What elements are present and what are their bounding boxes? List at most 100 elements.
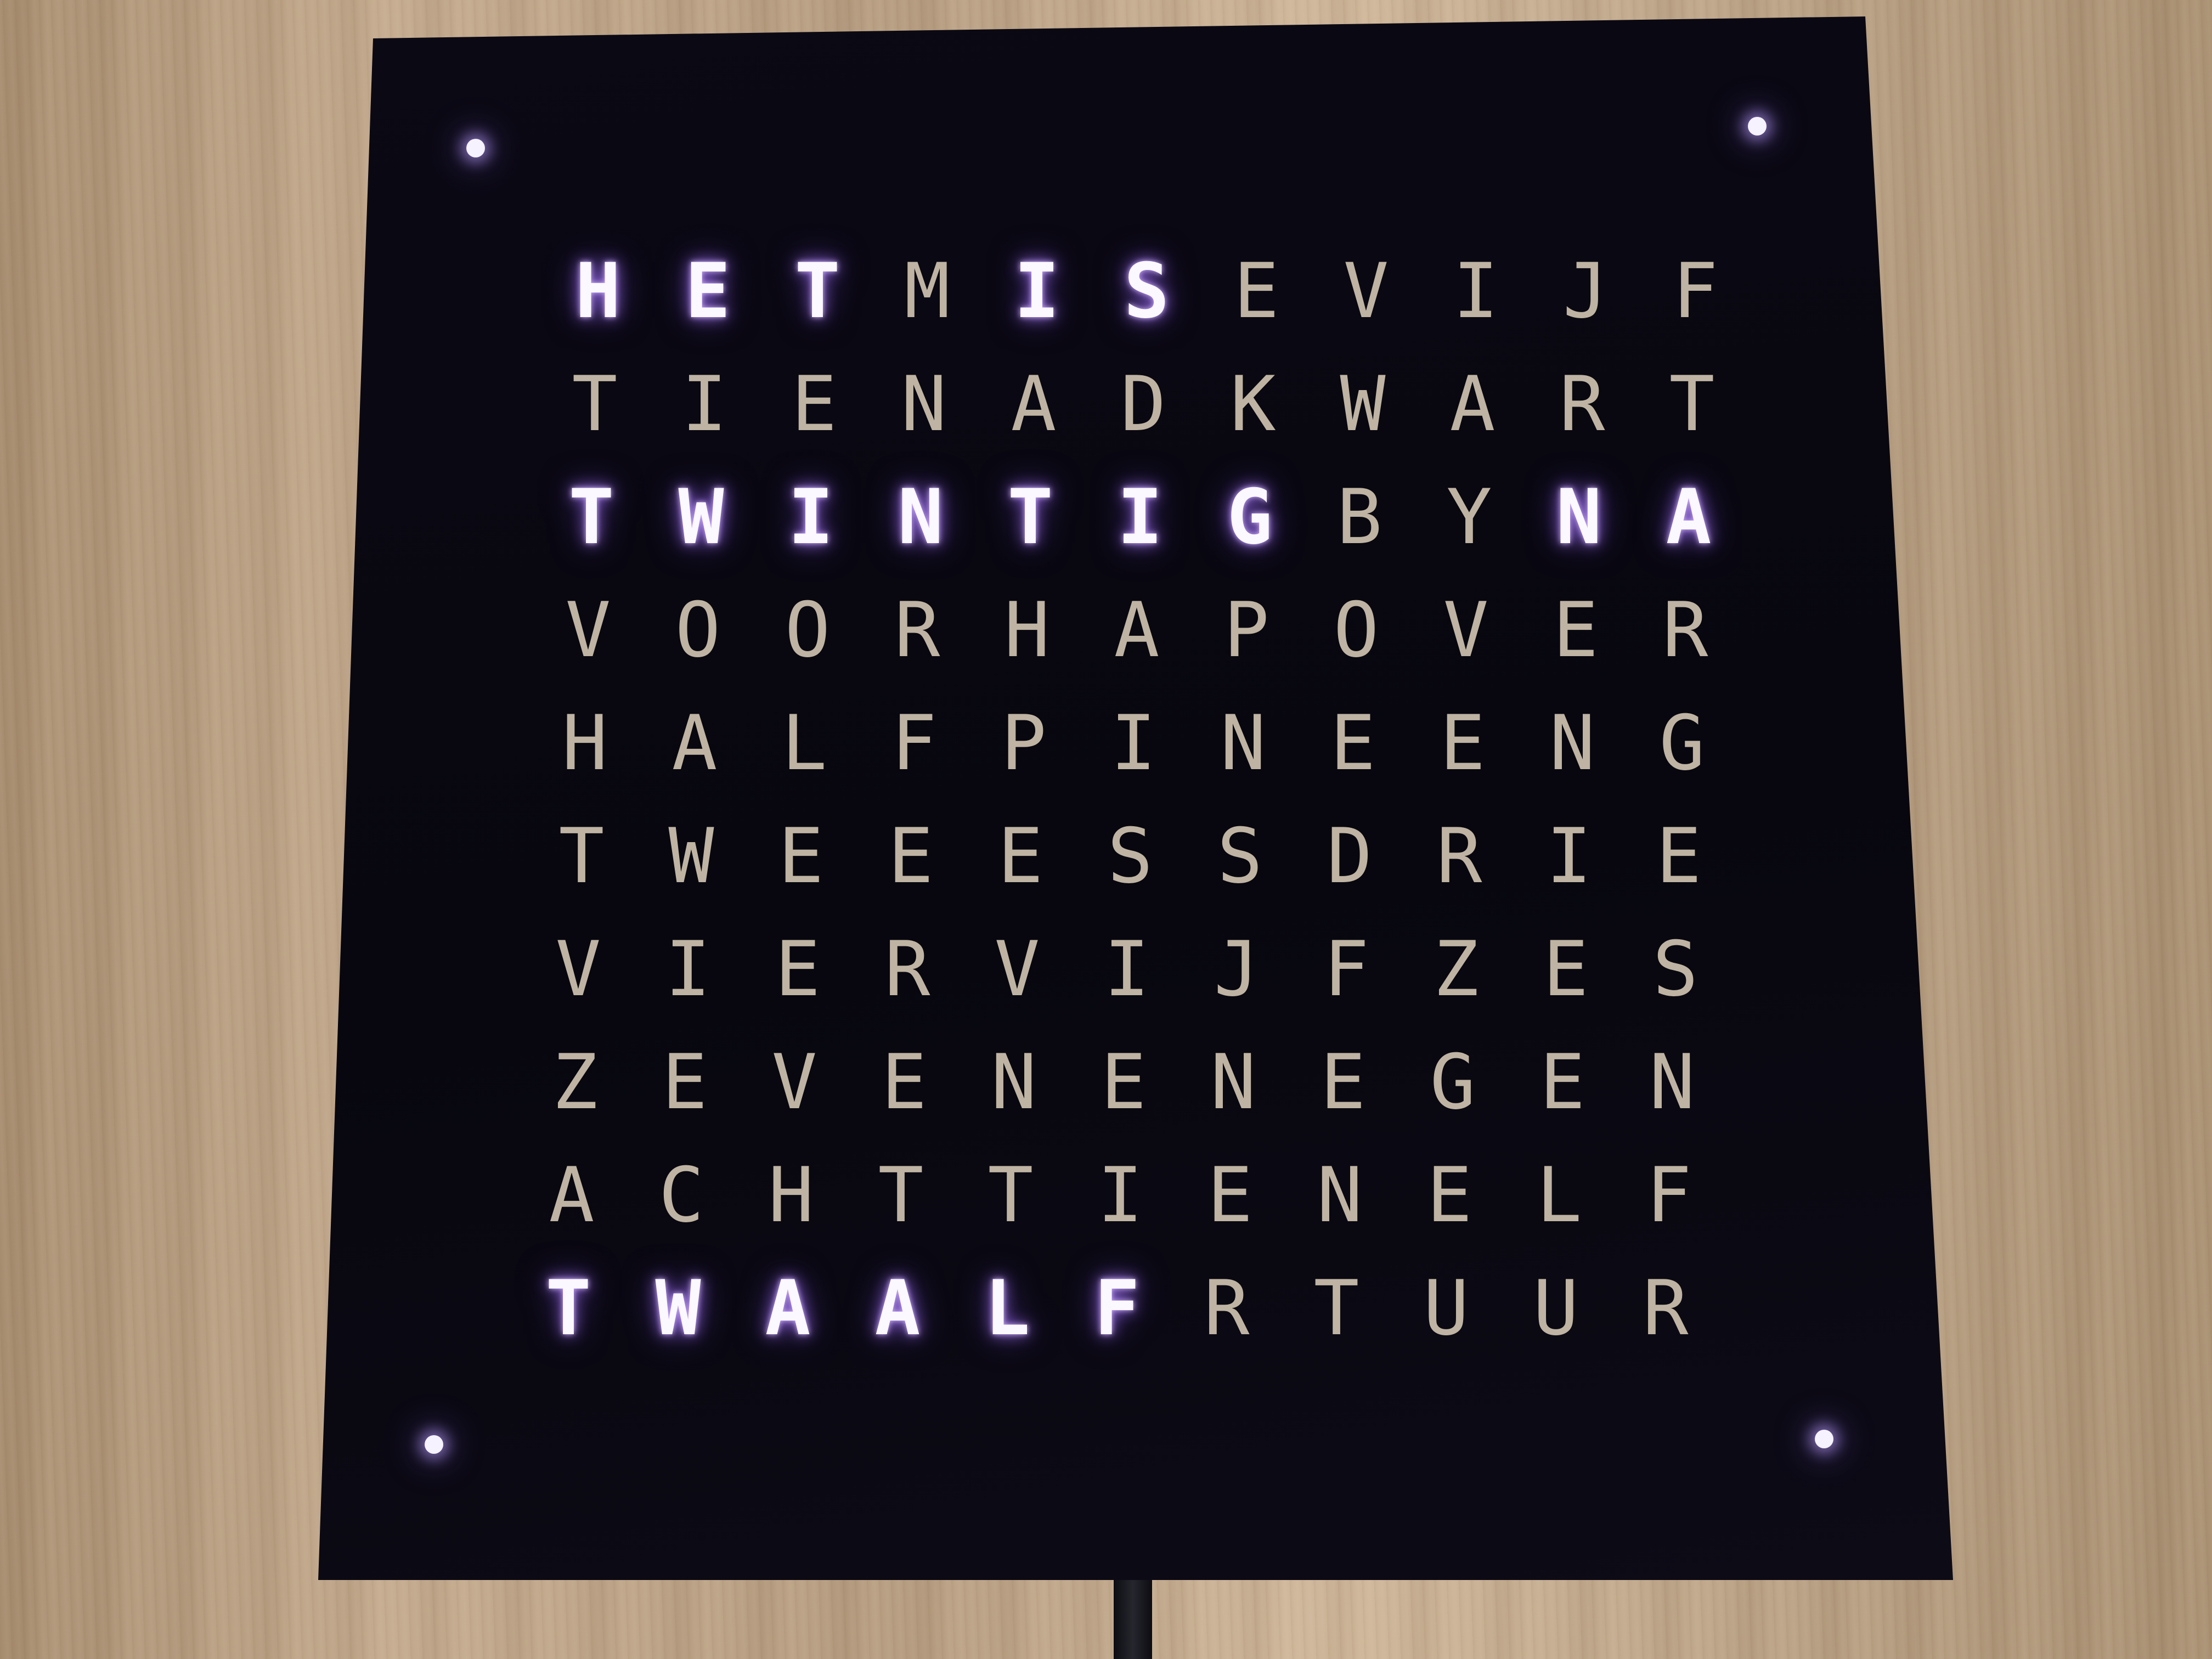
- unlit-letter: Z: [1433, 924, 1479, 1013]
- unlit-letter: F: [1646, 1150, 1692, 1239]
- unlit-letter: A: [549, 1150, 595, 1239]
- letter-grid: HETMISEVIJFTIENADKWARTTWINTIGBYNAVOORHAP…: [543, 236, 1750, 1361]
- unlit-letter: A: [672, 698, 718, 787]
- letter-row: TWINTIGBYNA: [537, 462, 1743, 572]
- lit-letter: S: [1124, 246, 1170, 335]
- lit-letter: F: [1094, 1263, 1140, 1352]
- unlit-letter: E: [1553, 585, 1599, 674]
- unlit-letter: P: [1001, 698, 1047, 787]
- unlit-letter: G: [1659, 698, 1705, 787]
- unlit-letter: N: [901, 359, 947, 448]
- unlit-letter: E: [791, 359, 837, 448]
- lit-letter: W: [655, 1263, 701, 1352]
- unlit-letter: H: [768, 1150, 814, 1239]
- unlit-letter: E: [1233, 246, 1279, 335]
- lit-letter: T: [545, 1263, 591, 1352]
- unlit-letter: F: [891, 698, 937, 787]
- lit-letter: I: [1117, 472, 1163, 561]
- unlit-letter: F: [1323, 924, 1369, 1013]
- unlit-letter: N: [1317, 1150, 1363, 1239]
- unlit-letter: I: [1546, 811, 1592, 900]
- letter-row: HETMISEVIJF: [543, 236, 1750, 346]
- unlit-letter: F: [1672, 246, 1718, 335]
- unlit-letter: E: [1656, 811, 1702, 900]
- unlit-letter: T: [988, 1150, 1034, 1239]
- lit-letter: A: [1666, 472, 1712, 561]
- unlit-letter: V: [1443, 585, 1489, 674]
- letter-row: TWAALFRTUUR: [514, 1253, 1720, 1363]
- unlit-letter: D: [1120, 359, 1166, 448]
- unlit-letter: R: [1204, 1263, 1250, 1352]
- minute-led-top-right: [1748, 117, 1767, 136]
- unlit-letter: A: [1011, 359, 1057, 448]
- unlit-letter: V: [555, 924, 601, 1013]
- unlit-letter: P: [1223, 585, 1269, 674]
- lit-letter: N: [898, 472, 944, 561]
- lit-letter: I: [788, 472, 834, 561]
- lit-letter: T: [794, 246, 840, 335]
- unlit-letter: E: [1539, 1037, 1585, 1126]
- letter-row: VIERVIJFZES: [523, 914, 1730, 1024]
- unlit-letter: N: [1210, 1037, 1256, 1126]
- unlit-letter: E: [1101, 1037, 1147, 1126]
- unlit-letter: S: [1107, 811, 1153, 900]
- unlit-letter: O: [675, 585, 721, 674]
- unlit-letter: H: [1004, 585, 1050, 674]
- minute-led-bottom-right: [1815, 1430, 1833, 1448]
- unlit-letter: R: [1643, 1263, 1689, 1352]
- letter-row: VOORHAPOVER: [533, 575, 1740, 685]
- unlit-letter: V: [771, 1037, 817, 1126]
- unlit-letter: E: [1426, 1150, 1472, 1239]
- minute-led-top-left: [466, 139, 485, 157]
- unlit-letter: N: [1220, 698, 1266, 787]
- unlit-letter: E: [662, 1037, 708, 1126]
- letter-row: TIENADKWART: [540, 349, 1747, 459]
- lit-letter: T: [1007, 472, 1053, 561]
- letter-row: ACHTTIENELF: [517, 1140, 1724, 1250]
- unlit-letter: Y: [1446, 472, 1492, 561]
- unlit-letter: Z: [552, 1037, 598, 1126]
- unlit-letter: E: [1330, 698, 1376, 787]
- unlit-letter: I: [1104, 924, 1150, 1013]
- unlit-letter: T: [878, 1150, 924, 1239]
- unlit-letter: M: [904, 246, 950, 335]
- lit-letter: N: [1556, 472, 1602, 561]
- unlit-letter: O: [1333, 585, 1379, 674]
- unlit-letter: S: [1652, 924, 1699, 1013]
- unlit-letter: D: [1327, 811, 1373, 900]
- unlit-letter: W: [668, 811, 714, 900]
- unlit-letter: J: [1562, 246, 1609, 335]
- unlit-letter: K: [1230, 359, 1276, 448]
- unlit-letter: L: [781, 698, 827, 787]
- unlit-letter: S: [1217, 811, 1263, 900]
- unlit-letter: I: [665, 924, 711, 1013]
- unlit-letter: T: [572, 359, 618, 448]
- lit-letter: L: [984, 1263, 1030, 1352]
- unlit-letter: V: [1343, 246, 1389, 335]
- unlit-letter: R: [884, 924, 930, 1013]
- unlit-letter: O: [785, 585, 831, 674]
- unlit-letter: V: [994, 924, 1040, 1013]
- unlit-letter: R: [894, 585, 940, 674]
- letter-row: TWEEESSDRIE: [527, 801, 1734, 911]
- unlit-letter: E: [1440, 698, 1486, 787]
- unlit-letter: E: [888, 811, 934, 900]
- lit-letter: A: [765, 1263, 811, 1352]
- letter-row: ZEVENENEGEN: [520, 1027, 1727, 1137]
- unlit-letter: R: [1662, 585, 1708, 674]
- unlit-letter: T: [558, 811, 605, 900]
- unlit-letter: J: [1214, 924, 1260, 1013]
- unlit-letter: E: [775, 924, 821, 1013]
- lit-letter: G: [1227, 472, 1273, 561]
- minute-led-bottom-left: [425, 1435, 443, 1454]
- unlit-letter: L: [1536, 1150, 1582, 1239]
- unlit-letter: U: [1533, 1263, 1579, 1352]
- unlit-letter: T: [1313, 1263, 1359, 1352]
- letter-row: HALFPINEENG: [530, 688, 1737, 798]
- unlit-letter: U: [1423, 1263, 1469, 1352]
- unlit-letter: R: [1436, 811, 1482, 900]
- unlit-letter: W: [1340, 359, 1386, 448]
- unlit-letter: I: [1453, 246, 1499, 335]
- unlit-letter: E: [778, 811, 824, 900]
- unlit-letter: G: [1430, 1037, 1476, 1126]
